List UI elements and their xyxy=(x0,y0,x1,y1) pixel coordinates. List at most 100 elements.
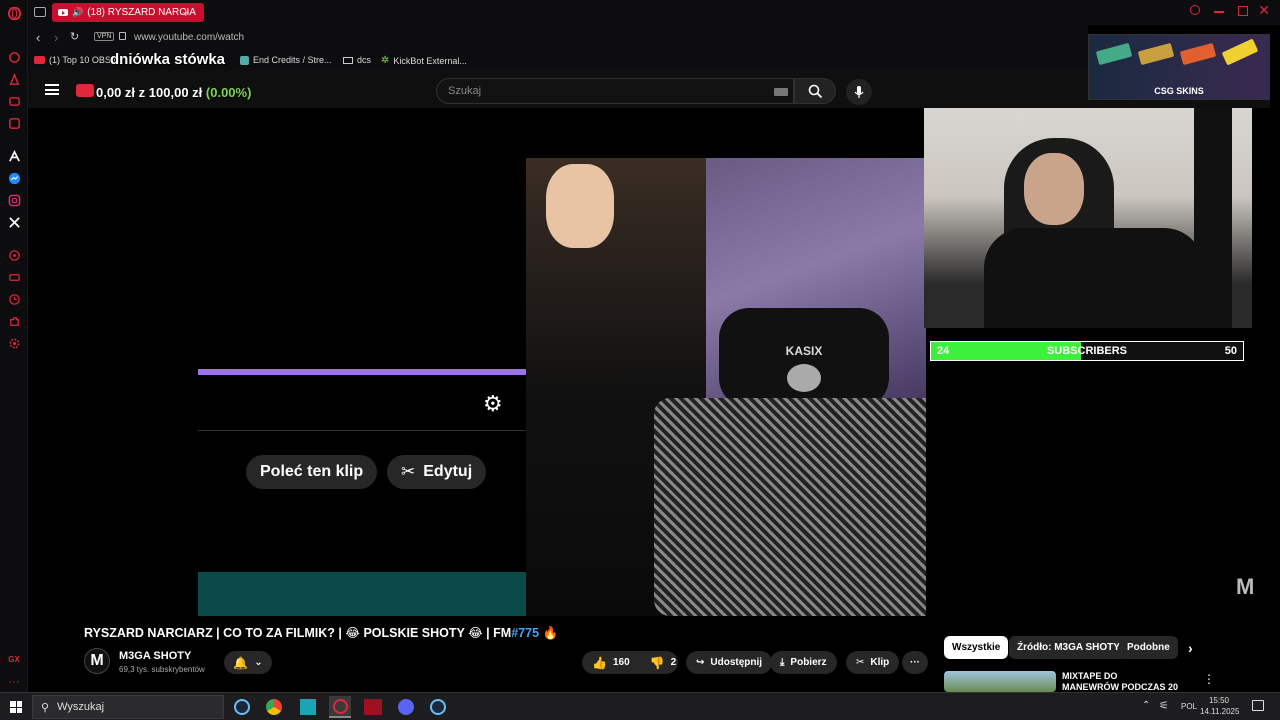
instagram-icon[interactable] xyxy=(6,192,22,208)
more-icon[interactable]: ··· xyxy=(6,674,22,690)
stream-scene: KASIX xyxy=(526,158,926,616)
clock-icon[interactable] xyxy=(6,291,22,307)
recommended-menu-icon[interactable]: ⋮ xyxy=(1203,672,1215,686)
chevron-right-icon[interactable]: › xyxy=(1188,640,1193,656)
workspace-icon[interactable] xyxy=(6,115,22,131)
clip-button[interactable]: ✂ Klip xyxy=(846,651,900,674)
hashtag-link[interactable]: #775 xyxy=(511,626,539,640)
gx-icon[interactable]: GX xyxy=(6,651,22,667)
search-button[interactable] xyxy=(794,78,836,104)
bookmark-item[interactable]: ✲ KickBot External... xyxy=(381,55,467,66)
skull-logo-icon xyxy=(787,364,821,392)
chrome-app-icon[interactable] xyxy=(263,696,285,718)
reload-button[interactable]: ↻ xyxy=(70,30,79,43)
voice-search-button[interactable] xyxy=(846,79,872,105)
skin-image xyxy=(1095,42,1133,66)
language-indicator[interactable]: POL xyxy=(1181,702,1197,711)
keyboard-icon[interactable] xyxy=(774,88,788,96)
wallet-icon[interactable] xyxy=(6,269,22,285)
back-button[interactable]: ‹ xyxy=(36,30,40,45)
subscriber-goal-current: 24 xyxy=(937,345,950,357)
skin-image xyxy=(1179,42,1217,66)
thumbs-up-icon[interactable]: 👍 xyxy=(592,656,607,670)
kickbot-icon: ✲ xyxy=(381,55,390,66)
extensions-icon[interactable] xyxy=(6,313,22,329)
clip-footer xyxy=(198,572,528,616)
speaker-icon[interactable]: 🔊 xyxy=(72,7,83,18)
chip-source[interactable]: Źródło: M3GA SHOTY xyxy=(1009,636,1128,659)
opera-gx-app-icon[interactable] xyxy=(329,696,351,718)
search-input[interactable]: Szukaj xyxy=(436,78,794,104)
recommended-thumbnail[interactable] xyxy=(944,671,1056,692)
bell-icon: 🔔 xyxy=(233,655,249,670)
download-button[interactable]: ⤓ Pobierz xyxy=(770,651,837,674)
vpn-badge[interactable]: VPN xyxy=(94,32,115,41)
windows-start-icon[interactable] xyxy=(10,701,22,713)
app-icon[interactable] xyxy=(6,148,22,164)
tray-expand-icon[interactable]: ⌃ xyxy=(1142,700,1150,711)
sidebar-app-icon[interactable] xyxy=(297,696,319,718)
face xyxy=(1024,153,1084,225)
video-title: RYSZARD NARCIARZ | CO TO ZA FILMIK? | 😂 … xyxy=(84,626,559,640)
tab-title: (18) RYSZARD NARCIA xyxy=(87,7,196,18)
share-icon: ↪ xyxy=(696,657,705,668)
search-icon xyxy=(808,84,822,98)
thumbs-down-icon[interactable]: 👎 xyxy=(650,656,665,670)
channel-name[interactable]: M3GA SHOTY xyxy=(119,650,191,662)
tab-islands-icon[interactable] xyxy=(34,7,46,17)
history-icon[interactable] xyxy=(6,49,22,65)
network-icon[interactable]: ⚟ xyxy=(1159,699,1169,712)
bookmark-folder[interactable]: dcs xyxy=(343,55,371,65)
close-window-button[interactable]: ✕ xyxy=(1258,2,1270,19)
dislike-count[interactable]: 2 xyxy=(671,657,677,668)
windows-taskbar: ⚲ Wyszukaj ⌃ ⚟ POL 15:50 14.11.2025 xyxy=(0,692,1280,720)
chip-all[interactable]: Wszystkie xyxy=(944,636,1009,659)
url-field[interactable]: www.youtube.com/watch xyxy=(134,32,244,43)
clock[interactable]: 15:50 14.11.2025 xyxy=(1200,695,1239,717)
sponsor-banner: CSG SKINS xyxy=(1088,34,1270,100)
more-actions-button[interactable]: ··· xyxy=(902,651,928,674)
divider xyxy=(198,430,528,431)
notifications-icon[interactable] xyxy=(1252,700,1264,711)
search-tabs-icon[interactable] xyxy=(1190,5,1200,15)
notification-bell-button[interactable]: 🔔 ⌄ xyxy=(224,651,272,674)
like-dislike-group: 👍 160 👎 2 xyxy=(582,651,678,674)
player-icon[interactable] xyxy=(6,93,22,109)
channel-avatar[interactable]: M xyxy=(84,648,110,674)
browser-sidebar: GX ··· xyxy=(0,0,28,692)
opera-logo-icon[interactable] xyxy=(6,5,22,21)
aria-icon[interactable] xyxy=(6,71,22,87)
bookmark-item[interactable]: End Credits / Stre... xyxy=(240,55,332,65)
youtube-logo-icon[interactable] xyxy=(76,84,94,97)
minimize-button[interactable] xyxy=(1214,11,1224,13)
channel-watermark: M xyxy=(1236,574,1254,599)
steam-app-icon[interactable] xyxy=(427,696,449,718)
maximize-button[interactable] xyxy=(1238,6,1248,16)
punching-bag xyxy=(1194,108,1232,328)
menu-icon[interactable] xyxy=(45,84,59,95)
chip-related[interactable]: Podobne xyxy=(1119,636,1178,659)
like-count[interactable]: 160 xyxy=(613,657,630,668)
taskbar-search-input[interactable]: ⚲ Wyszukaj xyxy=(32,695,224,719)
x-twitter-icon[interactable] xyxy=(6,214,22,230)
forward-button[interactable]: › xyxy=(54,30,58,45)
steam-app-icon[interactable] xyxy=(231,696,253,718)
subscriber-goal-bar: 24 SUBSCRIBERS 50 xyxy=(930,341,1244,361)
recommended-title[interactable]: MIXTAPE DO MANEWRÓW PODCZAS 20 xyxy=(1062,671,1182,693)
video-player[interactable]: ⚙ Poleć ten klip ✂ Edytuj KASIX 24 SUBSCR… xyxy=(28,108,1270,616)
voicemeeter-app-icon[interactable] xyxy=(362,696,384,718)
discord-app-icon[interactable] xyxy=(395,696,417,718)
search-icon: ⚲ xyxy=(41,701,50,714)
scissors-icon: ✂ xyxy=(856,657,865,668)
messenger-icon[interactable] xyxy=(6,170,22,186)
bookmark-item[interactable]: (1) Top 10 OBS P xyxy=(34,55,119,65)
settings-icon[interactable] xyxy=(6,335,22,351)
lock-icon[interactable] xyxy=(119,32,126,40)
share-button[interactable]: ↪ Udostępnij xyxy=(686,651,773,674)
music-icon[interactable] xyxy=(6,247,22,263)
chair-headrest: KASIX xyxy=(719,308,889,408)
subscriber-goal-label: SUBSCRIBERS xyxy=(1046,345,1128,357)
skin-image xyxy=(1137,42,1175,66)
new-tab-button[interactable]: + xyxy=(182,5,190,20)
embedded-clip-panel: ⚙ Poleć ten klip ✂ Edytuj xyxy=(198,108,528,616)
